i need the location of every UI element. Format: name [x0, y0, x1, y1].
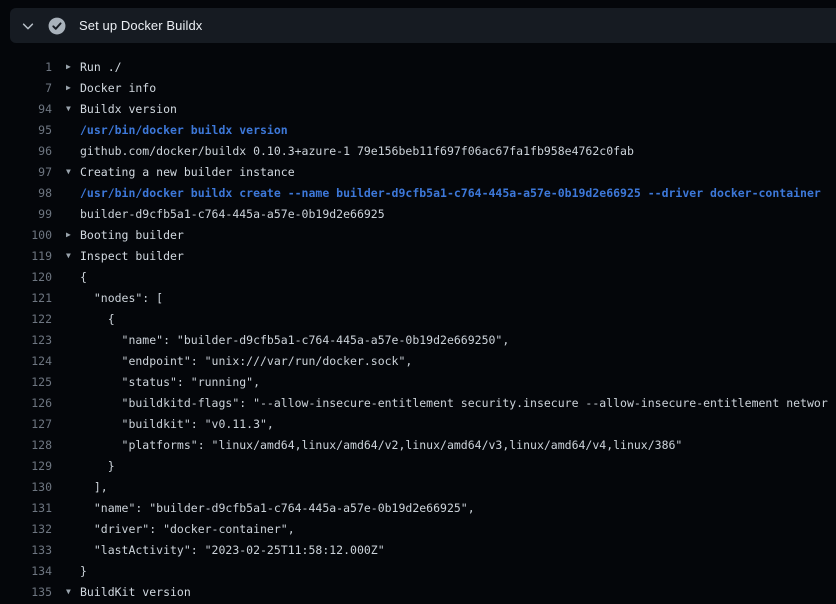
triangle-down-icon[interactable]: ▼ — [52, 98, 80, 119]
log-line: 126 "buildkitd-flags": "--allow-insecure… — [0, 392, 836, 413]
log-line: 120 { — [0, 266, 836, 287]
step-title: Set up Docker Buildx — [79, 18, 202, 34]
line-number[interactable]: 96 — [0, 144, 52, 158]
triangle-right-icon[interactable]: ▶ — [52, 77, 80, 98]
group-title: Buildx version — [80, 102, 177, 116]
output-text: "name": "builder-d9cfb5a1-c764-445a-a57e… — [80, 501, 475, 515]
log-group-header[interactable]: 119▼Inspect builder — [0, 245, 836, 266]
log-line: 131 "name": "builder-d9cfb5a1-c764-445a-… — [0, 497, 836, 518]
line-number[interactable]: 1 — [0, 60, 52, 74]
line-number[interactable]: 98 — [0, 186, 52, 200]
output-text: "status": "running", — [80, 375, 260, 389]
line-number[interactable]: 7 — [0, 81, 52, 95]
log-line: 95/usr/bin/docker buildx version — [0, 119, 836, 140]
log-group-header[interactable]: 97▼Creating a new builder instance — [0, 161, 836, 182]
group-title: Inspect builder — [80, 249, 184, 263]
log-line: 121 "nodes": [ — [0, 287, 836, 308]
line-number[interactable]: 123 — [0, 333, 52, 347]
line-number[interactable]: 100 — [0, 228, 52, 242]
log-group-header[interactable]: 135▼BuildKit version — [0, 581, 836, 602]
log-line: 122 { — [0, 308, 836, 329]
group-title: Run ./ — [80, 60, 122, 74]
group-title: Booting builder — [80, 228, 184, 242]
log-line: 124 "endpoint": "unix:///var/run/docker.… — [0, 350, 836, 371]
line-number[interactable]: 135 — [0, 585, 52, 599]
output-text: "name": "builder-d9cfb5a1-c764-445a-a57e… — [80, 333, 509, 347]
output-text: "driver": "docker-container", — [80, 522, 295, 536]
triangle-down-icon[interactable]: ▼ — [52, 245, 80, 266]
output-text: "nodes": [ — [80, 291, 163, 305]
line-number[interactable]: 124 — [0, 354, 52, 368]
log-area: 1▶Run ./7▶Docker info94▼Buildx version95… — [0, 44, 836, 604]
output-text: } — [80, 564, 87, 578]
command-text: /usr/bin/docker buildx create --name bui… — [80, 186, 821, 200]
line-number[interactable]: 120 — [0, 270, 52, 284]
chevron-down-icon[interactable] — [19, 17, 37, 35]
log-line: 98/usr/bin/docker buildx create --name b… — [0, 182, 836, 203]
output-text: { — [80, 270, 87, 284]
command-text: /usr/bin/docker buildx version — [80, 123, 288, 137]
log-group-header[interactable]: 94▼Buildx version — [0, 98, 836, 119]
output-text: ], — [80, 480, 108, 494]
output-text: "endpoint": "unix:///var/run/docker.sock… — [80, 354, 412, 368]
log-group-header[interactable]: 100▶Booting builder — [0, 224, 836, 245]
log-group-header[interactable]: 1▶Run ./ — [0, 56, 836, 77]
log-group-header[interactable]: 7▶Docker info — [0, 77, 836, 98]
check-circle-icon — [48, 17, 66, 35]
output-text: builder-d9cfb5a1-c764-445a-a57e-0b19d2e6… — [80, 207, 385, 221]
line-number[interactable]: 130 — [0, 480, 52, 494]
log-line: 134} — [0, 560, 836, 581]
line-number[interactable]: 132 — [0, 522, 52, 536]
line-number[interactable]: 121 — [0, 291, 52, 305]
output-text: "platforms": "linux/amd64,linux/amd64/v2… — [80, 438, 682, 452]
triangle-right-icon[interactable]: ▶ — [52, 224, 80, 245]
step-header[interactable]: Set up Docker Buildx — [10, 8, 836, 43]
log-line: 123 "name": "builder-d9cfb5a1-c764-445a-… — [0, 329, 836, 350]
log-line: 133 "lastActivity": "2023-02-25T11:58:12… — [0, 539, 836, 560]
log-line: 96 github.com/docker/buildx 0.10.3+azure-… — [0, 140, 836, 161]
output-text: { — [80, 312, 115, 326]
line-number[interactable]: 133 — [0, 543, 52, 557]
line-number[interactable]: 94 — [0, 102, 52, 116]
triangle-right-icon[interactable]: ▶ — [52, 56, 80, 77]
output-text: "lastActivity": "2023-02-25T11:58:12.000… — [80, 543, 385, 557]
group-title: BuildKit version — [80, 585, 191, 599]
log-line: 130 ], — [0, 476, 836, 497]
line-number[interactable]: 129 — [0, 459, 52, 473]
line-number[interactable]: 95 — [0, 123, 52, 137]
line-number[interactable]: 134 — [0, 564, 52, 578]
log-line: 99 builder-d9cfb5a1-c764-445a-a57e-0b19d2… — [0, 203, 836, 224]
log-line: 125 "status": "running", — [0, 371, 836, 392]
line-number[interactable]: 122 — [0, 312, 52, 326]
line-number[interactable]: 131 — [0, 501, 52, 515]
line-number[interactable]: 125 — [0, 375, 52, 389]
line-number[interactable]: 127 — [0, 417, 52, 431]
line-number[interactable]: 119 — [0, 249, 52, 263]
line-number[interactable]: 126 — [0, 396, 52, 410]
output-text: } — [80, 459, 115, 473]
log-line: 128 "platforms": "linux/amd64,linux/amd6… — [0, 434, 836, 455]
log-line: 127 "buildkit": "v0.11.3", — [0, 413, 836, 434]
output-text: "buildkitd-flags": "--allow-insecure-ent… — [80, 396, 828, 410]
output-text: "buildkit": "v0.11.3", — [80, 417, 274, 431]
group-title: Creating a new builder instance — [80, 165, 295, 179]
line-number[interactable]: 99 — [0, 207, 52, 221]
log-line: 132 "driver": "docker-container", — [0, 518, 836, 539]
log-line: 129 } — [0, 455, 836, 476]
triangle-down-icon[interactable]: ▼ — [52, 161, 80, 182]
line-number[interactable]: 97 — [0, 165, 52, 179]
line-number[interactable]: 128 — [0, 438, 52, 452]
group-title: Docker info — [80, 81, 156, 95]
triangle-down-icon[interactable]: ▼ — [52, 581, 80, 602]
output-text: github.com/docker/buildx 0.10.3+azure-1 … — [80, 144, 634, 158]
